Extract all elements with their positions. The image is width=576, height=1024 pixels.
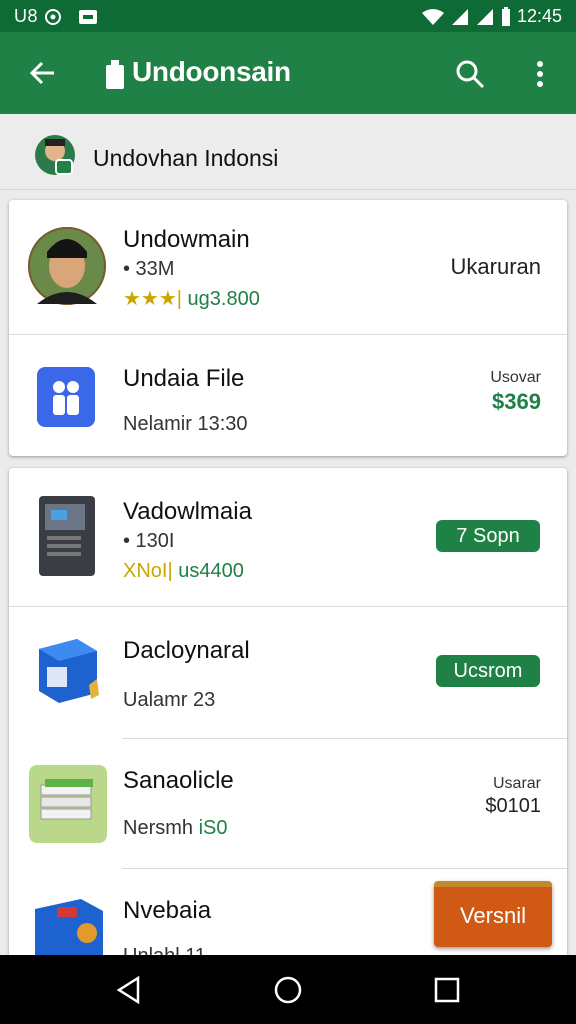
app-title: Undoonsain: [132, 56, 291, 87]
open-button[interactable]: 7 Sopn: [436, 520, 540, 552]
app-name: Vadowlmaia: [123, 498, 252, 525]
recents-nav-icon[interactable]: [432, 975, 462, 1005]
app-meta: Nersmh iS0: [123, 817, 227, 840]
category-header: Undovhan Indonsi: [0, 114, 576, 190]
meta-value: iS0: [198, 817, 228, 839]
more-vert-icon[interactable]: [530, 58, 550, 90]
status-right: 12:45: [421, 6, 562, 27]
app-name: Nvebaia: [123, 897, 212, 924]
message-icon: [79, 10, 98, 25]
app-rating: ★★★| ug3.800: [123, 286, 260, 311]
list-item[interactable]: Undaia File Nelamir 13:30 Usovar $369: [9, 335, 567, 456]
status-time: 12:45: [516, 6, 562, 26]
app-meta: • 33M: [123, 258, 175, 280]
app-cube-icon: [39, 639, 99, 703]
list-item[interactable]: Sanaolicle Nersmh iS0 Usarar $0101: [9, 739, 567, 868]
device-icon: [39, 496, 95, 576]
app-meta: • 130I: [123, 530, 175, 552]
app-status: Ukaruran: [450, 254, 541, 279]
price: $369: [492, 389, 541, 414]
signal-icon: [476, 9, 493, 26]
app-list-card: Vadowlmaia • 130I XNoI| us4400 7 Sopn Da…: [9, 468, 567, 968]
price-label: Usarar: [492, 775, 541, 792]
list-item[interactable]: Vadowlmaia • 130I XNoI| us4400 7 Sopn: [9, 468, 567, 606]
back-arrow-icon[interactable]: [28, 58, 58, 88]
meta-prefix: Nersmh: [123, 817, 194, 839]
list-item[interactable]: Dacloynaral Ualamr 23 Ucsrom: [9, 607, 567, 738]
category-avatar-icon: [35, 135, 75, 175]
home-nav-icon[interactable]: [273, 975, 303, 1005]
app-meta: Nelamir 13:30: [123, 413, 248, 435]
app-name: Undowmain: [123, 226, 250, 253]
action-button[interactable]: Ucsrom: [436, 655, 540, 687]
app-avatar: [28, 227, 106, 305]
app-bar: Undoonsain: [0, 32, 576, 114]
status-left: U8: [14, 6, 99, 27]
status-bar: U8 12:45: [0, 0, 576, 32]
app-name: Dacloynaral: [123, 637, 250, 664]
app-name: Sanaolicle: [123, 767, 234, 794]
price: $0101: [485, 795, 541, 817]
list-item[interactable]: Undowmain • 33M ★★★| ug3.800 Ukaruran: [9, 200, 567, 334]
system-nav-bar: [0, 955, 576, 1024]
featured-card: Undowmain • 33M ★★★| ug3.800 Ukaruran Un…: [9, 200, 567, 456]
rating-text: us4400: [178, 560, 244, 582]
rating-prefix: XNoI|: [123, 560, 173, 582]
status-carrier: U8: [14, 6, 39, 26]
search-icon[interactable]: [454, 58, 486, 90]
signal-icon: [451, 9, 468, 26]
rating-stars: ★★★|: [123, 288, 182, 310]
app-name: Undaia File: [123, 365, 245, 392]
book-stack-icon: [29, 765, 107, 843]
wifi-icon: [421, 9, 444, 26]
install-button[interactable]: Versnil: [434, 881, 552, 947]
battery-icon: [501, 7, 510, 27]
price-label: Usovar: [490, 369, 541, 386]
app-icon: [106, 60, 124, 89]
category-title: Undovhan Indonsi: [93, 145, 279, 171]
app-meta: Ualamr 23: [123, 689, 216, 711]
file-icon: [37, 367, 95, 427]
back-nav-icon[interactable]: [114, 975, 144, 1005]
app-rating: XNoI| us4400: [123, 560, 244, 583]
rating-text: ug3.800: [187, 288, 260, 310]
whatsapp-icon: [44, 9, 61, 26]
list-item[interactable]: Nvebaia Unlahl 11 Versnil: [9, 869, 567, 968]
